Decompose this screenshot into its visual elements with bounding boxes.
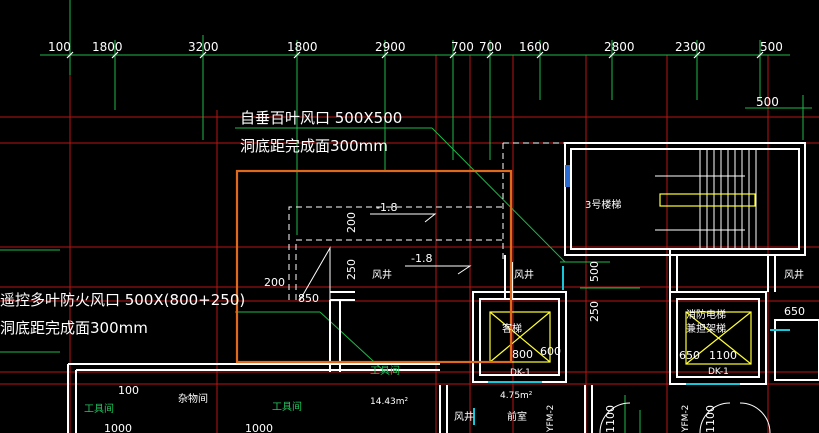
dim-1100b: 1100 (704, 405, 717, 433)
annotation-left-line1: 遥控多叶防火风口 500X(800+250) (0, 291, 245, 309)
dim-700b: 700 (479, 40, 502, 54)
label-stair-3: 3号楼梯 (585, 198, 621, 211)
label-tool-room-1: 工具间 (84, 402, 114, 415)
room-labels: 风井 风井 风井 3号楼梯 客梯 消防电梯 兼担架梯 工具间 杂物间 工具间 工… (84, 198, 804, 433)
dim-100: 100 (48, 40, 71, 54)
label-dk1-a: DK-1 (510, 368, 531, 378)
dim-500: 500 (760, 40, 783, 54)
dim-600: 600 (540, 345, 561, 358)
label-elevator-2: 消防电梯 (686, 308, 726, 321)
dim-850: 850 (298, 292, 319, 305)
dim-500-r: 500 (588, 261, 601, 282)
label-shaft-far-right: 风井 (784, 268, 804, 281)
stair-treads (655, 150, 757, 248)
dim-2800: 2800 (604, 40, 635, 54)
label-area-small: 4.75m² (500, 391, 533, 401)
label-sundries: 杂物间 (178, 392, 208, 405)
level-marker-1: -1.8 (376, 201, 397, 214)
dim-2900: 2900 (375, 40, 406, 54)
level-marker-2: -1.8 (411, 252, 432, 265)
dim-100: 100 (118, 384, 139, 397)
dim-3200: 3200 (188, 40, 219, 54)
dim-250-r: 250 (588, 301, 601, 322)
dim-700a: 700 (451, 40, 474, 54)
blue-marker (565, 165, 570, 187)
annotation-left-line2: 洞底距完成面300mm (0, 319, 148, 337)
walls (67, 142, 819, 433)
label-tool-room-2: 工具间 (272, 400, 302, 413)
level-arrows (370, 213, 472, 275)
dim-650: 650 (784, 305, 805, 318)
dim-200-h: 200 (264, 276, 285, 289)
dim-650b: 650 (679, 349, 700, 362)
green-dimension-lines (0, 0, 812, 433)
label-yfm2-b: YFM-2 (681, 405, 691, 433)
dim-200-v: 200 (345, 212, 358, 233)
dim-1100a: 1100 (604, 405, 617, 433)
dimension-texts: 100 1800 3200 1800 2900 700 700 1600 280… (48, 40, 783, 109)
dim-1800b: 1800 (287, 40, 318, 54)
dim-500-right: 500 (756, 95, 779, 109)
dim-250-v: 250 (345, 259, 358, 280)
dim-2300: 2300 (675, 40, 706, 54)
label-area: 14.43m² (370, 397, 409, 407)
label-dk1-b: DK-1 (708, 367, 729, 377)
label-elevator-1: 客梯 (502, 322, 522, 335)
cyan-doors (473, 266, 790, 425)
label-tool-room-3: 工具间 (370, 364, 400, 377)
annotation-top-line1: 自垂百叶风口 500X500 (240, 109, 402, 127)
label-yfm2-a: YFM-2 (546, 405, 556, 433)
floor-plan-drawing: 100 1800 3200 1800 2900 700 700 1600 280… (0, 0, 819, 433)
label-front-room: 前室 (507, 410, 527, 423)
annotation-top-line2: 洞底距完成面300mm (240, 137, 388, 155)
dim-1600: 1600 (519, 40, 550, 54)
label-elevator-2b: 兼担架梯 (686, 322, 726, 335)
label-shaft-bottom: 风井 (454, 410, 474, 423)
dim-800: 800 (512, 348, 533, 361)
dim-1000a: 1000 (104, 422, 132, 433)
dim-1000b: 1000 (245, 422, 273, 433)
dim-1100: 1100 (709, 349, 737, 362)
label-shaft-main: 风井 (372, 268, 392, 281)
dim-1800a: 1800 (92, 40, 123, 54)
cad-canvas[interactable]: 100 1800 3200 1800 2900 700 700 1600 280… (0, 0, 819, 433)
label-shaft-right: 风井 (514, 268, 534, 281)
